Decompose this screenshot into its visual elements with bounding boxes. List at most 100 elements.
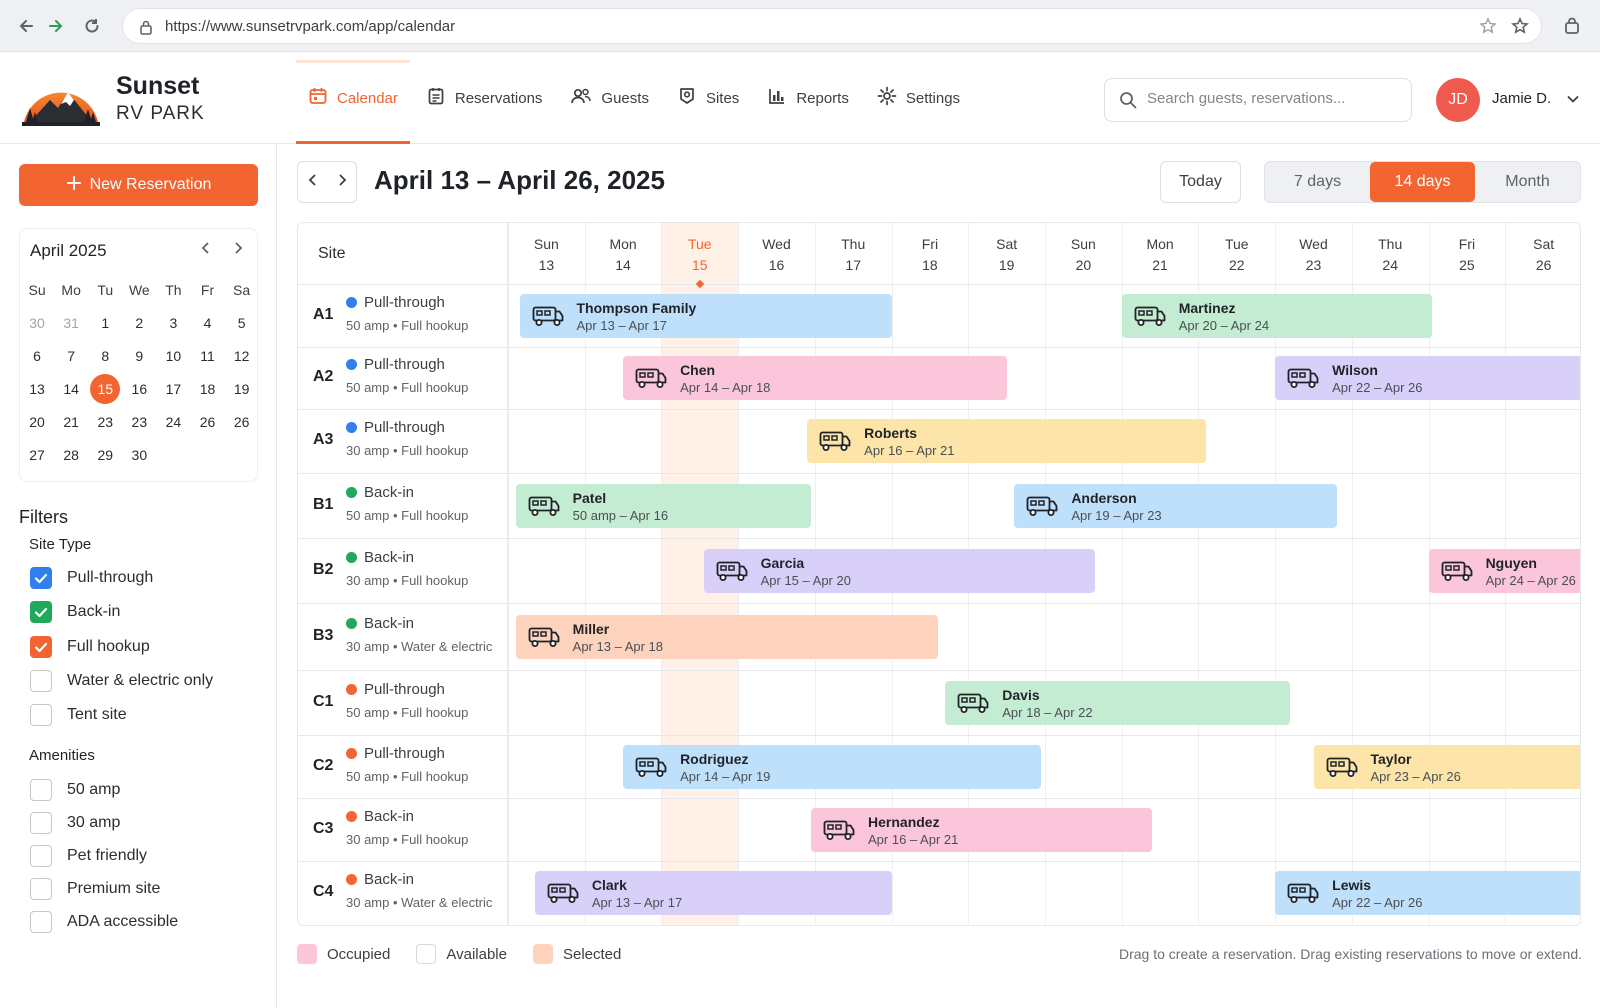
mini-day[interactable]: 3 (156, 315, 190, 331)
mini-day[interactable]: 11 (190, 348, 224, 364)
checkbox[interactable] (30, 635, 52, 658)
tab-calendar[interactable]: Calendar (296, 52, 410, 144)
mini-day[interactable]: 30 (20, 315, 54, 331)
mini-day[interactable]: 23 (122, 414, 156, 430)
checkbox[interactable] (30, 812, 52, 834)
reservation-bar[interactable]: Taylor Apr 23 – Apr 26 (1313, 744, 1580, 789)
reservation-bar[interactable]: Martinez Apr 20 – Apr 24 (1121, 294, 1433, 338)
next-range-button[interactable] (327, 162, 356, 202)
site-type-checkbox-row[interactable]: Pull-through (30, 566, 153, 590)
amenity-checkbox-row[interactable]: 50 amp (30, 778, 120, 802)
reservation-bar[interactable]: Anderson Apr 19 – Apr 23 (1014, 483, 1337, 528)
star-icon[interactable] (1511, 17, 1529, 40)
mini-day[interactable]: 23 (88, 414, 122, 430)
reservation-bar[interactable]: Nguyen Apr 24 – Apr 26 (1428, 548, 1580, 593)
amenity-checkbox-row[interactable]: 30 amp (30, 811, 120, 835)
mini-day[interactable]: 2 (122, 315, 156, 331)
reservation-bar[interactable]: Davis Apr 18 – Apr 22 (945, 680, 1291, 725)
amenity-checkbox-row[interactable]: Pet friendly (30, 844, 147, 868)
mini-day[interactable]: 31 (54, 315, 88, 331)
reservation-bar[interactable]: Garcia Apr 15 – Apr 20 (703, 548, 1095, 593)
site-cell-c3[interactable]: C3 Back-in 30 amp • Full hookup (298, 798, 508, 861)
site-cell-b1[interactable]: B1 Back-in 50 amp • Full hookup (298, 473, 508, 538)
avatar[interactable]: JD (1436, 78, 1480, 122)
back-icon[interactable] (14, 14, 38, 38)
mini-day[interactable]: 12 (225, 348, 259, 364)
new-reservation-button[interactable]: New Reservation (19, 164, 258, 206)
mini-day-selected[interactable]: 15 (88, 373, 122, 404)
mini-day[interactable]: 19 (225, 381, 259, 397)
mini-day[interactable]: 10 (156, 348, 190, 364)
mini-day[interactable]: 20 (20, 414, 54, 430)
site-cell-a1[interactable]: A1 Pull-through 50 amp • Full hookup (298, 285, 508, 347)
mini-day[interactable]: 26 (225, 414, 259, 430)
mini-day[interactable]: 1 (88, 315, 122, 331)
mini-day[interactable]: 6 (20, 348, 54, 364)
view-14-days-button[interactable]: 14 days (1370, 162, 1475, 202)
mini-day[interactable]: 26 (190, 414, 224, 430)
reservation-bar[interactable]: Thompson Family Apr 13 – Apr 17 (519, 294, 892, 338)
reload-icon[interactable] (80, 14, 104, 38)
reservation-bar[interactable]: Hernandez Apr 16 – Apr 21 (811, 807, 1153, 852)
reservation-bar[interactable]: Wilson Apr 22 – Apr 26 (1275, 356, 1580, 400)
reservation-bar[interactable]: Rodriguez Apr 14 – Apr 19 (623, 744, 1042, 789)
tab-guests[interactable]: Guests (558, 52, 661, 144)
site-cell-b3[interactable]: B3 Back-in 30 amp • Water & electric (298, 603, 508, 670)
tab-sites[interactable]: Sites (665, 52, 751, 144)
site-type-checkbox-row[interactable]: Water & electric only (30, 669, 213, 693)
reservation-bar[interactable]: Patel 50 amp – Apr 16 (515, 483, 811, 528)
amenity-checkbox-row[interactable]: Premium site (30, 877, 160, 901)
view-7-days-button[interactable]: 7 days (1265, 162, 1370, 202)
site-type-checkbox-row[interactable]: Full hookup (30, 635, 150, 659)
search-input[interactable] (1147, 90, 1397, 107)
checkbox[interactable] (30, 669, 52, 692)
prev-range-button[interactable] (298, 162, 327, 202)
today-button[interactable]: Today (1160, 161, 1241, 203)
tab-settings[interactable]: Settings (865, 52, 972, 144)
site-cell-c4[interactable]: C4 Back-in 30 amp • Water & electric (298, 861, 508, 925)
site-cell-c1[interactable]: C1 Pull-through 50 amp • Full hookup (298, 670, 508, 735)
bookmark-outline-icon[interactable] (1479, 17, 1497, 40)
site-type-checkbox-row[interactable]: Back-in (30, 600, 120, 624)
checkbox[interactable] (30, 845, 52, 867)
site-cell-a3[interactable]: A3 Pull-through 30 amp • Full hookup (298, 409, 508, 473)
reservation-bar[interactable]: Miller Apr 13 – Apr 18 (515, 614, 938, 659)
mini-day[interactable]: 8 (88, 348, 122, 364)
mini-day[interactable]: 4 (190, 315, 224, 331)
checkbox[interactable] (30, 567, 52, 589)
mini-day[interactable]: 29 (88, 447, 122, 463)
checkbox[interactable] (30, 878, 52, 900)
site-cell-c2[interactable]: C2 Pull-through 50 amp • Full hookup (298, 735, 508, 798)
chevron-right-icon[interactable] (232, 241, 244, 260)
chevron-down-icon[interactable] (1566, 92, 1580, 111)
mini-day[interactable]: 21 (54, 414, 88, 430)
forward-icon[interactable] (44, 14, 68, 38)
mini-day[interactable]: 18 (190, 381, 224, 397)
tab-reservations[interactable]: Reservations (414, 52, 555, 144)
mini-day[interactable]: 28 (54, 447, 88, 463)
checkbox[interactable] (30, 779, 52, 801)
reservation-bar[interactable]: Roberts Apr 16 – Apr 21 (807, 419, 1207, 463)
address-bar[interactable]: https://www.sunsetrvpark.com/app/calenda… (122, 8, 1542, 44)
extensions-icon[interactable] (1560, 14, 1584, 38)
mini-day[interactable]: 27 (20, 447, 54, 463)
checkbox[interactable] (30, 704, 52, 727)
site-type-checkbox-row[interactable]: Tent site (30, 703, 127, 727)
mini-day[interactable]: 14 (54, 381, 88, 397)
checkbox[interactable] (30, 601, 52, 624)
user-name[interactable]: Jamie D. (1492, 90, 1551, 107)
mini-day[interactable]: 9 (122, 348, 156, 364)
mini-day[interactable]: 30 (122, 447, 156, 463)
mini-day[interactable]: 16 (122, 381, 156, 397)
view-month-button[interactable]: Month (1475, 162, 1580, 202)
mini-day[interactable]: 7 (54, 348, 88, 364)
reservation-bar[interactable]: Clark Apr 13 – Apr 17 (534, 871, 892, 915)
tab-reports[interactable]: Reports (755, 52, 861, 144)
mini-day[interactable]: 5 (225, 315, 259, 331)
checkbox[interactable] (30, 911, 52, 933)
reservation-bar[interactable]: Chen Apr 14 – Apr 18 (623, 356, 1007, 400)
mini-day[interactable]: 13 (20, 381, 54, 397)
site-cell-a2[interactable]: A2 Pull-through 50 amp • Full hookup (298, 347, 508, 409)
amenity-checkbox-row[interactable]: ADA accessible (30, 910, 178, 934)
chevron-left-icon[interactable] (200, 241, 212, 260)
